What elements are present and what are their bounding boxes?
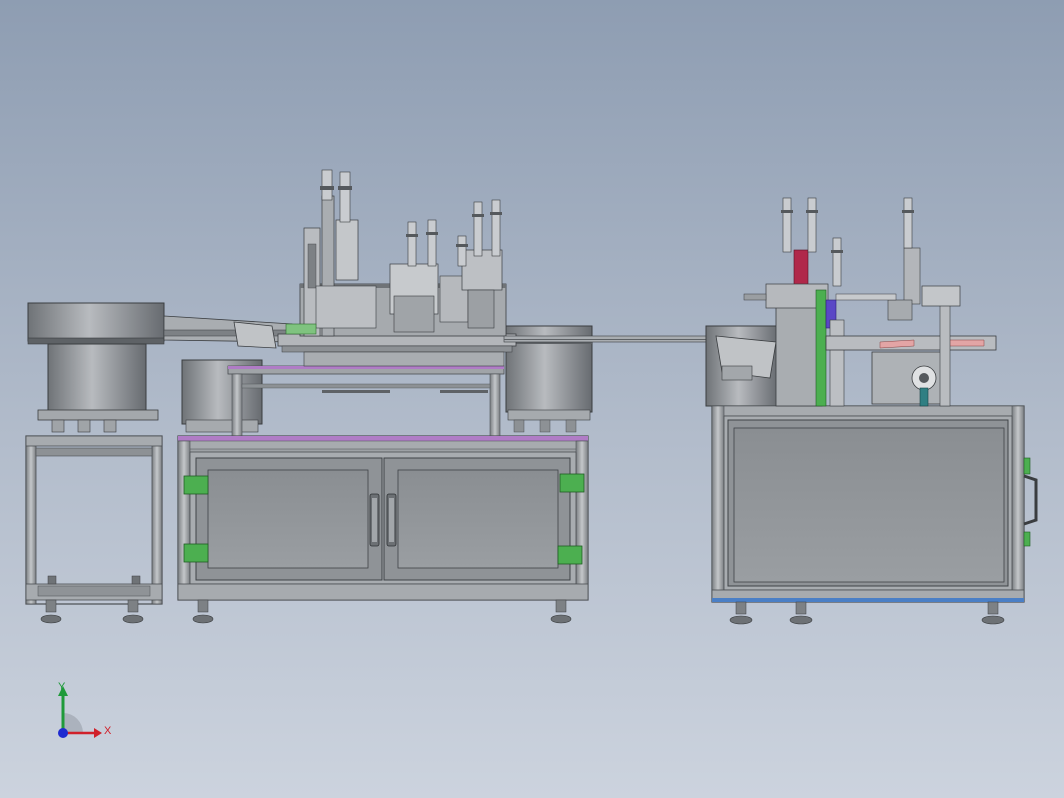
- left-bowl-feeder: [27, 302, 165, 433]
- pneumatic-cylinder: [406, 221, 418, 267]
- pneumatic-cylinder: [781, 197, 793, 253]
- leveling-foot: [729, 601, 753, 625]
- main-cabinet: [177, 435, 589, 624]
- cad-model-view[interactable]: X Y: [0, 0, 1064, 798]
- side-handle[interactable]: [1023, 457, 1038, 547]
- cabinet-door-right[interactable]: [383, 457, 571, 581]
- pneumatic-cylinder: [338, 171, 352, 223]
- cabinet-door[interactable]: [727, 419, 1009, 587]
- assembly-station-right: [743, 247, 997, 407]
- pneumatic-cylinder: [426, 219, 438, 267]
- linear-feeder-track: [163, 315, 295, 349]
- upper-support-frame: [227, 365, 505, 437]
- triad-y-label: Y: [58, 681, 66, 693]
- left-stand-frame: [25, 435, 163, 624]
- pneumatic-cylinder: [472, 201, 484, 257]
- pneumatic-cylinder: [902, 197, 914, 249]
- triad-z-axis: [58, 728, 68, 738]
- door-hinge: [183, 475, 209, 495]
- pneumatic-cylinder: [806, 197, 818, 253]
- door-handle[interactable]: [369, 493, 380, 547]
- leveling-foot: [192, 599, 214, 624]
- right-bowl-feeder: [705, 325, 779, 407]
- pneumatic-cylinder: [490, 199, 502, 257]
- leveling-foot: [981, 601, 1005, 625]
- door-handle[interactable]: [386, 493, 397, 547]
- leveling-foot: [789, 601, 813, 625]
- pneumatic-cylinder: [456, 235, 468, 267]
- door-hinge: [557, 545, 583, 565]
- door-hinge: [183, 543, 209, 563]
- cad-viewport[interactable]: X Y: [0, 0, 1064, 798]
- door-hinge: [559, 473, 585, 493]
- transfer-rail: [503, 335, 717, 343]
- right-cabinet: [711, 405, 1038, 625]
- leveling-foot: [550, 599, 572, 624]
- cabinet-door-left[interactable]: [195, 457, 383, 581]
- triad-x-label: X: [104, 725, 112, 737]
- coordinate-triad: X Y: [58, 681, 112, 738]
- pneumatic-cylinder: [831, 237, 843, 287]
- pneumatic-cylinder: [320, 169, 334, 201]
